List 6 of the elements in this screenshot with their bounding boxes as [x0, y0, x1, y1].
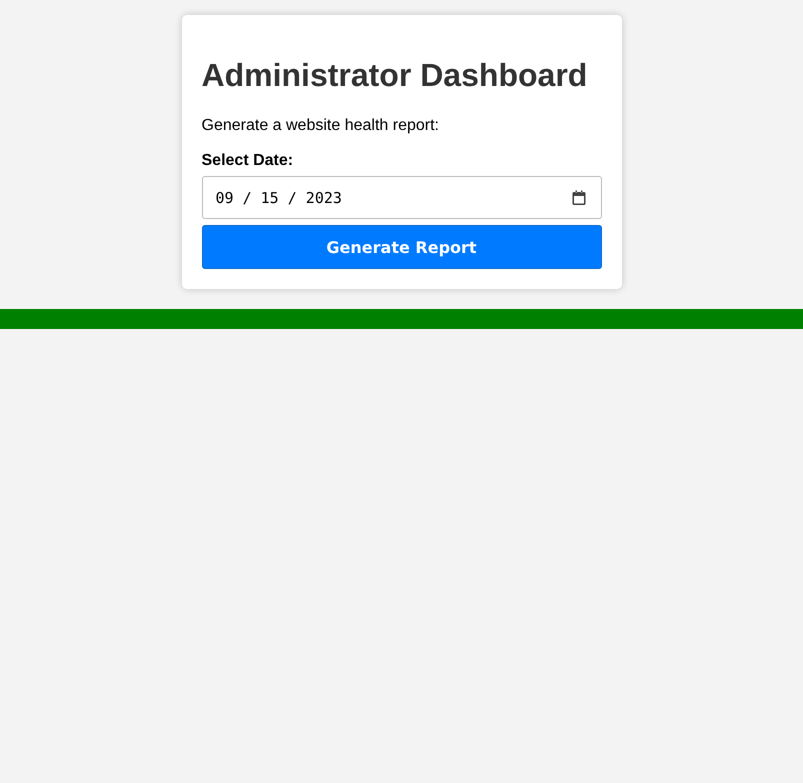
field-label: Select Date: [202, 151, 294, 171]
calendar-icon[interactable] [570, 190, 586, 206]
generate-report-button[interactable]: Generate Report [202, 225, 602, 269]
page-title: Administrator Dashboard [202, 56, 588, 94]
description-text: Generate a website health report: [202, 116, 440, 136]
date-field[interactable]: 09 / 15 / 2023 [202, 176, 602, 219]
